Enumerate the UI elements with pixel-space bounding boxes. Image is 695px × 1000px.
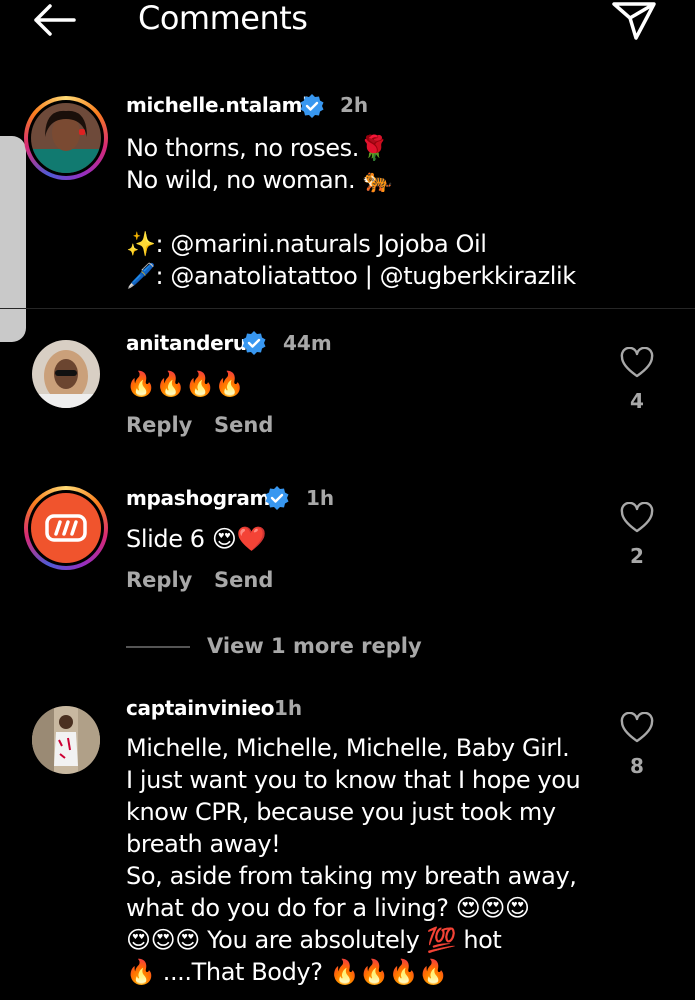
side-drawer-handle[interactable] [0,136,26,342]
avatar-story-ring[interactable] [24,96,108,180]
avatar[interactable] [32,706,100,774]
comment-text: Slide 6 😍❤️ [126,525,267,553]
comment-text-line: breath away! [126,830,281,858]
reply-button[interactable]: Reply [126,413,192,437]
view-replies-line [126,646,190,648]
avatar [31,493,101,563]
post-username[interactable]: michelle.ntalami [126,93,309,117]
verified-badge-icon [300,94,324,118]
caption-line: ✨: @marini.naturals Jojoba Oil [126,230,487,258]
verified-badge-icon [242,331,266,355]
heart-icon[interactable] [620,712,654,744]
comment-text: 🔥🔥🔥🔥 [126,370,244,398]
post-time: 2h [340,93,369,117]
avatar[interactable] [32,340,100,408]
comment-text-line: Michelle, Michelle, Michelle, Baby Girl. [126,734,570,762]
like-count: 8 [630,754,644,778]
share-button[interactable] [610,0,658,40]
header-bar: Comments [0,0,695,42]
avatar [31,103,101,173]
sparkles-emoji-icon: ✨ [126,230,156,258]
comment-text-line: 😍😍😍 You are absolutely 💯 hot [126,926,502,954]
paper-plane-icon [612,2,656,40]
comment-time: 44m [283,331,332,355]
comment-username[interactable]: anitanderu [126,331,247,355]
comment-text-line: know CPR, because you just took my [126,798,556,826]
page-title: Comments [138,0,308,37]
pen-emoji-icon: 🖊️ [126,262,156,290]
heart-icon[interactable] [620,347,654,379]
send-button[interactable]: Send [214,413,273,437]
avatar-story-ring[interactable] [24,486,108,570]
send-button[interactable]: Send [214,568,273,592]
comment-username[interactable]: mpashogram [126,486,270,510]
view-more-replies-button[interactable]: View 1 more reply [207,634,422,658]
comment-username[interactable]: captainvinieo [126,696,275,720]
comment-time: 1h [274,696,303,720]
reply-button[interactable]: Reply [126,568,192,592]
comment-text-line: I just want you to know that I hope you [126,766,581,794]
arrow-left-icon [34,4,76,36]
verified-badge-icon [265,486,289,510]
heart-icon[interactable] [620,502,654,534]
caption-line: No wild, no woman. 🐅 [126,166,393,194]
like-count: 2 [630,544,644,568]
like-count: 4 [630,389,644,413]
comment-text-line: 🔥 ....That Body? 🔥🔥🔥🔥 [126,958,448,986]
caption-line: No thorns, no roses.🌹 [126,134,389,162]
comment-text-line: what do you do for a living? 😍😍😍 [126,894,530,922]
comment-text-line: So, aside from taking my breath away, [126,862,577,890]
rose-emoji-icon: 🌹 [358,134,389,162]
divider [0,308,695,309]
back-button[interactable] [30,2,78,38]
caption-line: 🖊️: @anatoliatattoo | @tugberkkirazlik [126,262,576,290]
comment-time: 1h [306,486,335,510]
tiger-emoji-icon: 🐅 [362,166,393,194]
